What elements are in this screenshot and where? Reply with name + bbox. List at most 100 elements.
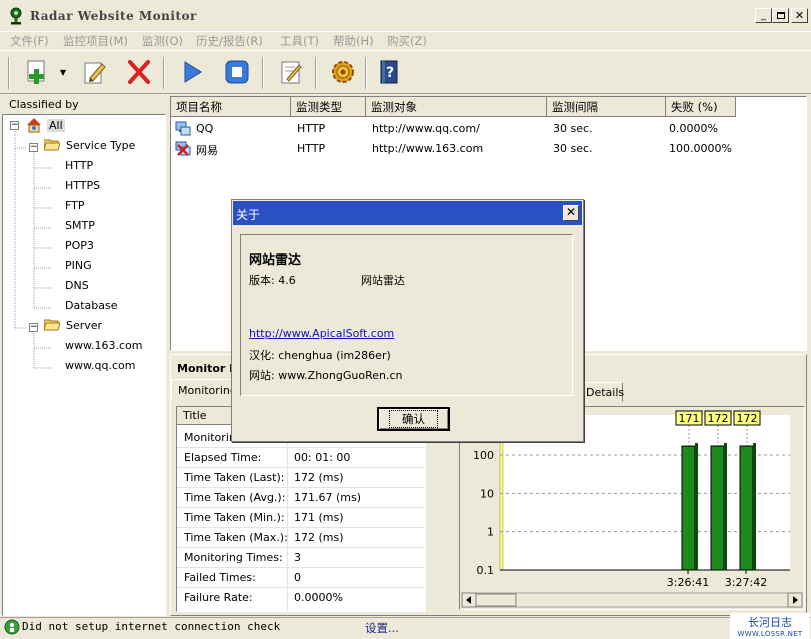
maximize-icon [776, 12, 785, 19]
stat-label: Time Taken (Avg.): [184, 491, 286, 504]
row-type: HTTP [297, 122, 326, 135]
watermark-url: WWW.LOSSR.NET [737, 630, 803, 638]
menu-history-report[interactable]: 历史/报告(R) [196, 33, 263, 49]
close-button[interactable]: ✕ [791, 8, 808, 23]
folder-open-icon [44, 319, 60, 331]
chart-bar [710, 445, 725, 571]
tree-item-ping[interactable]: PING [65, 259, 92, 272]
product-name-secondary: 网站雷达 [361, 274, 405, 287]
connection-status-icon [4, 619, 20, 635]
row-name: 网易 [196, 144, 218, 157]
row-divider [177, 447, 425, 448]
tree-group-service-type[interactable]: Service Type [66, 139, 135, 152]
tree-collapse-toggle[interactable]: − [29, 323, 38, 332]
add-button[interactable] [20, 55, 54, 89]
tab-monitoring[interactable]: Monitoring [171, 379, 237, 399]
tree-group-server[interactable]: Server [66, 319, 102, 332]
tree-item-pop3[interactable]: POP3 [65, 239, 94, 252]
chart-bar-side [753, 442, 756, 570]
tab-details[interactable]: Details [581, 382, 624, 402]
column-header-interval[interactable]: 监测间隔 [547, 97, 666, 117]
close-icon: ✕ [565, 205, 577, 219]
toolbar-separator [8, 57, 10, 89]
column-header-target[interactable]: 监测对象 [366, 97, 547, 117]
stat-value: 0 [294, 571, 301, 584]
stat-label: Time Taken (Max.): [184, 531, 288, 544]
table-row[interactable]: 网易 HTTP http://www.163.com 30 sec. 100.0… [171, 139, 736, 158]
stat-value: 3 [294, 551, 301, 564]
stat-value: 171.67 (ms) [294, 491, 362, 504]
folder-open-icon [44, 139, 60, 151]
classified-by-label: Classified by [9, 98, 79, 111]
minimize-button[interactable]: _ [755, 8, 772, 23]
row-divider [177, 547, 425, 548]
stop-button[interactable] [220, 55, 254, 89]
row-divider [177, 467, 425, 468]
stat-label: Monitorin [184, 431, 236, 444]
toolbar-separator [315, 57, 317, 89]
column-header-fail[interactable]: 失败 (%) [666, 97, 736, 117]
close-icon: ✕ [794, 9, 805, 22]
column-header-name[interactable]: 项目名称 [171, 97, 291, 117]
product-version: 版本: 4.6 [249, 274, 296, 287]
website-link[interactable]: http://www.ApicalSoft.com [249, 327, 394, 340]
status-setup-link[interactable]: 设置... [365, 620, 399, 636]
dialog-close-button[interactable]: ✕ [563, 205, 579, 221]
toolbar-separator [163, 57, 165, 89]
start-button[interactable] [175, 55, 209, 89]
edit-button[interactable] [78, 55, 112, 89]
column-header-type[interactable]: 监测类型 [291, 97, 366, 117]
tree-item-www-163[interactable]: www.163.com [65, 339, 142, 352]
chart-x-tick-label: 3:26:41 [667, 576, 709, 589]
ok-button-label: 确认 [389, 410, 438, 428]
monitor-panel-title: Monitor I [177, 362, 234, 375]
tree-item-database[interactable]: Database [65, 299, 118, 312]
tree-item-smtp[interactable]: SMTP [65, 219, 95, 232]
tree-item-www-qq[interactable]: www.qq.com [65, 359, 135, 372]
tree-item-http[interactable]: HTTP [65, 159, 93, 172]
menu-monitor[interactable]: 监测(O) [142, 33, 183, 49]
dialog-info-box: 网站雷达 版本: 4.6 网站雷达 http://www.ApicalSoft.… [240, 234, 573, 396]
tree-collapse-toggle[interactable]: − [29, 143, 38, 152]
stats-header-title: Title [183, 409, 207, 422]
ok-button[interactable]: 确认 [377, 407, 450, 431]
menu-tools[interactable]: 工具(T) [280, 33, 319, 49]
stat-value: 171 (ms) [294, 511, 344, 524]
minimize-icon: _ [761, 9, 766, 21]
stop-icon [225, 60, 249, 84]
toolbar-separator [365, 57, 367, 89]
chart-bar-side [695, 443, 698, 570]
row-target: http://www.qq.com/ [372, 122, 480, 135]
menu-file[interactable]: 文件(F) [10, 33, 49, 49]
tree-collapse-toggle[interactable]: − [10, 121, 19, 130]
report-button[interactable] [274, 55, 308, 89]
watermark-title: 长河日志 [748, 616, 792, 629]
stat-value: 172 (ms) [294, 471, 344, 484]
maximize-button[interactable] [772, 8, 789, 23]
menu-help[interactable]: 帮助(H) [333, 33, 374, 49]
help-icon: ? [380, 60, 398, 84]
help-button[interactable]: ? [372, 55, 406, 89]
row-divider [177, 507, 425, 508]
table-row[interactable]: QQ HTTP http://www.qq.com/ 30 sec. 0.000… [171, 119, 736, 138]
tree-item-ftp[interactable]: FTP [65, 199, 85, 212]
product-name: 网站雷达 [249, 253, 302, 268]
title-bar: Radar Website Monitor _ ✕ [0, 0, 811, 32]
category-tree[interactable]: − All − Service Type HTTP HTTPS FTP SMTP… [2, 114, 166, 616]
chart-data-label: 171 [679, 412, 700, 425]
menu-monitor-items[interactable]: 监控项目(M) [63, 33, 128, 49]
dialog-title-bar: 关于 ✕ [233, 201, 582, 225]
tree-item-https[interactable]: HTTPS [65, 179, 100, 192]
row-interval: 30 sec. [553, 122, 593, 135]
tree-item-dns[interactable]: DNS [65, 279, 89, 292]
row-divider [177, 527, 425, 528]
menu-buy[interactable]: 购买(Z) [387, 33, 427, 49]
radar-app-icon [10, 7, 22, 25]
settings-button[interactable] [326, 55, 360, 89]
add-dropdown-button[interactable]: ▼ [56, 55, 70, 89]
menu-bar: 文件(F) 监控项目(M) 监测(O) 历史/报告(R) 工具(T) 帮助(H)… [0, 31, 811, 49]
delete-button[interactable] [122, 55, 156, 89]
tree-item-all[interactable]: All [47, 119, 65, 132]
monitor-ok-icon [175, 121, 191, 136]
monitor-error-icon [175, 141, 191, 156]
